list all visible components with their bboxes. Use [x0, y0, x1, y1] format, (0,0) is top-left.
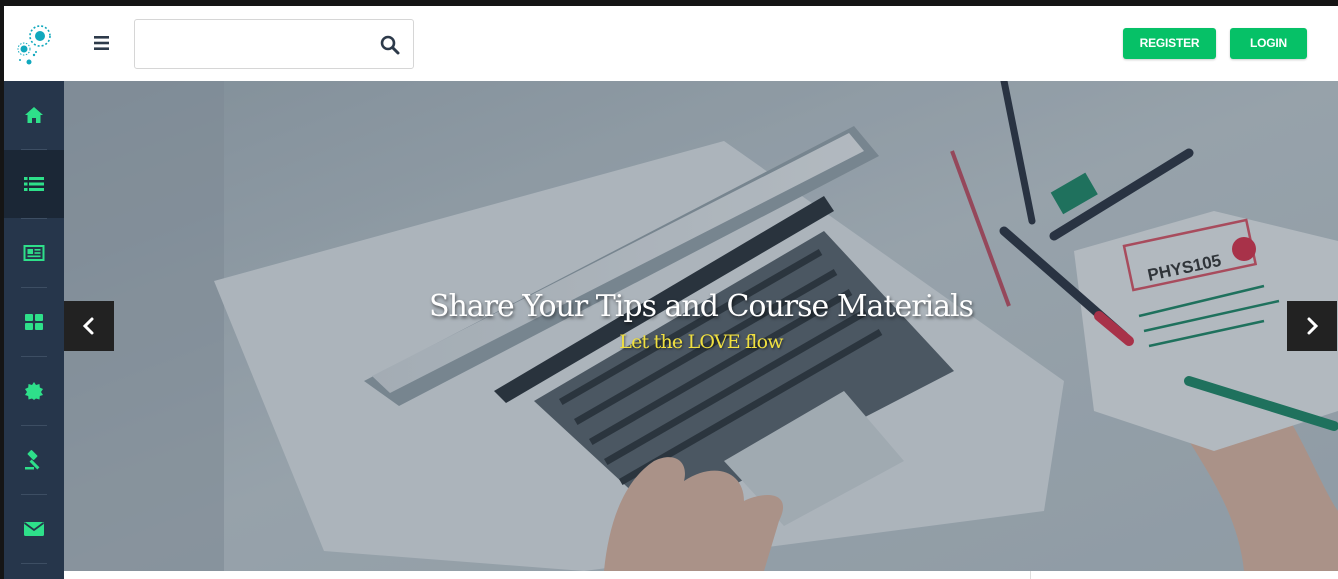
carousel-next-button[interactable]	[1287, 301, 1337, 351]
search-box	[134, 19, 414, 69]
gavel-icon	[25, 450, 40, 470]
chevron-right-icon	[1307, 317, 1319, 335]
hamburger-icon	[94, 36, 109, 50]
sidebar-item-mail[interactable]	[4, 495, 64, 563]
list-icon	[24, 177, 44, 191]
sidebar-item-news[interactable]	[4, 219, 64, 287]
sidebar-item-home[interactable]	[4, 81, 64, 149]
hero-title: Share Your Tips and Course Materials	[428, 289, 974, 324]
sidebar-item-gavel[interactable]	[4, 426, 64, 494]
carousel-prev-button[interactable]	[64, 301, 114, 351]
hero-overlay	[64, 81, 1338, 571]
site-logo[interactable]	[16, 22, 56, 68]
sidebar-item-grid[interactable]	[4, 288, 64, 356]
register-button[interactable]: REGISTER	[1123, 28, 1216, 59]
login-button[interactable]: LOGIN	[1230, 28, 1307, 59]
envelope-icon	[23, 522, 45, 536]
search-icon	[380, 35, 400, 55]
search-input[interactable]	[135, 20, 365, 68]
hero-carousel: PHYS105 Share Your Tips and Course Mater…	[64, 81, 1338, 571]
search-button[interactable]	[379, 34, 401, 56]
grid-icon	[25, 314, 43, 330]
home-icon	[25, 107, 43, 123]
menu-toggle-button[interactable]	[92, 32, 112, 54]
chevron-left-icon	[82, 317, 94, 335]
sidebar-item-badge[interactable]	[4, 357, 64, 425]
header: REGISTER LOGIN	[4, 6, 1338, 81]
hero-subtitle: Let the LOVE flow	[619, 331, 783, 353]
sidebar-item-list[interactable]	[4, 150, 64, 218]
sidebar	[4, 81, 64, 579]
content-strip	[64, 571, 1338, 579]
newspaper-icon	[23, 245, 45, 261]
divider	[1030, 571, 1031, 579]
sidebar-divider	[21, 563, 47, 564]
badge-icon	[25, 382, 43, 400]
